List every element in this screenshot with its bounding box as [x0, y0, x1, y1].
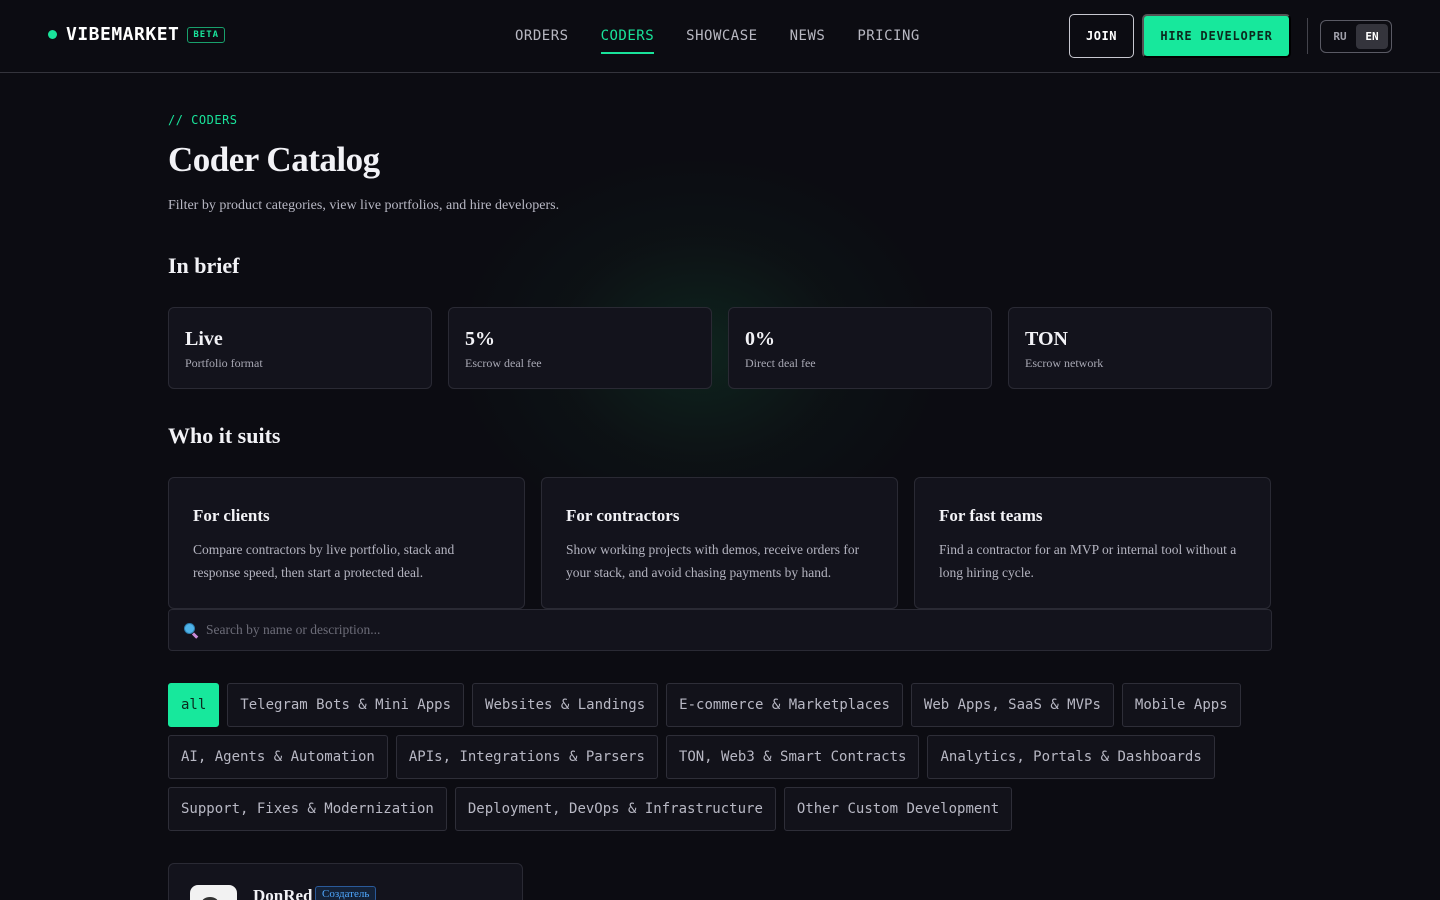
section-eyebrow: // CODERS: [168, 113, 238, 127]
stat-label: Portfolio format: [185, 356, 263, 370]
suits-cards: For clients Compare contractors by live …: [168, 477, 1271, 609]
stat-value: Live: [185, 328, 223, 350]
nav-item-showcase[interactable]: SHOWCASE: [686, 28, 757, 54]
hire-developer-button[interactable]: HIRE DEVELOPER: [1142, 14, 1291, 58]
category-chip[interactable]: E-commerce & Marketplaces: [666, 683, 903, 727]
join-button[interactable]: JOIN: [1069, 14, 1134, 58]
brief-stats: Live Portfolio format 5% Escrow deal fee…: [168, 307, 1272, 389]
suit-text: Compare contractors by live portfolio, s…: [193, 542, 455, 580]
main-nav: ORDERS CODERS SHOWCASE NEWS PRICING: [515, 28, 952, 54]
beta-badge: BETA: [187, 26, 226, 43]
search-icon: [183, 622, 199, 639]
stat-label: Escrow network: [1025, 356, 1104, 370]
suit-title: For fast teams: [939, 506, 1043, 525]
suit-title: For clients: [193, 506, 270, 525]
suit-card-clients: For clients Compare contractors by live …: [168, 477, 525, 609]
suit-title: For contractors: [566, 506, 680, 525]
suits-heading: Who it suits: [168, 423, 281, 448]
stat-label: Escrow deal fee: [465, 356, 542, 370]
category-filters: all Telegram Bots & Mini Apps Websites &…: [168, 683, 1278, 839]
suit-text: Show working projects with demos, receiv…: [566, 542, 860, 580]
search-bar: [168, 609, 1272, 651]
category-chip[interactable]: Support, Fixes & Modernization: [168, 787, 447, 831]
category-chip[interactable]: AI, Agents & Automation: [168, 735, 388, 779]
stat-card: 0% Direct deal fee: [728, 307, 992, 389]
coder-name: DonRed: [253, 886, 313, 900]
category-chip[interactable]: APIs, Integrations & Parsers: [395, 735, 658, 779]
logo[interactable]: VIBEMARKET BETA: [48, 24, 226, 45]
logo-text: VIBEMARKET: [66, 24, 180, 45]
lang-option-en[interactable]: EN: [1356, 24, 1388, 49]
stat-card: Live Portfolio format: [168, 307, 432, 389]
nav-item-pricing[interactable]: PRICING: [857, 28, 920, 54]
category-chip[interactable]: Telegram Bots & Mini Apps: [227, 683, 465, 727]
search-input[interactable]: [206, 622, 1206, 638]
category-chip[interactable]: Analytics, Portals & Dashboards: [927, 735, 1215, 779]
suit-card-fast-teams: For fast teams Find a contractor for an …: [914, 477, 1271, 609]
category-chip[interactable]: Mobile Apps: [1121, 683, 1241, 727]
category-chip[interactable]: Websites & Landings: [472, 683, 659, 727]
language-switcher: RU EN: [1320, 20, 1392, 53]
category-chip[interactable]: Deployment, DevOps & Infrastructure: [454, 787, 776, 831]
nav-item-orders[interactable]: ORDERS: [515, 28, 569, 54]
category-chip[interactable]: TON, Web3 & Smart Contracts: [665, 735, 920, 779]
top-header: VIBEMARKET BETA ORDERS CODERS SHOWCASE N…: [0, 0, 1440, 73]
coder-role-badge: Создатель: [315, 886, 377, 900]
nav-item-coders[interactable]: CODERS: [600, 28, 655, 54]
stat-card: TON Escrow network: [1008, 307, 1272, 389]
stat-card: 5% Escrow deal fee: [448, 307, 712, 389]
stat-value: 0%: [745, 328, 775, 350]
stat-value: 5%: [465, 328, 495, 350]
stat-label: Direct deal fee: [745, 356, 816, 370]
page-subtitle: Filter by product categories, view live …: [168, 198, 560, 213]
category-chip[interactable]: Web Apps, SaaS & MVPs: [910, 683, 1114, 727]
brief-heading: In brief: [168, 253, 240, 278]
nav-item-news[interactable]: NEWS: [790, 28, 826, 54]
lang-option-ru[interactable]: RU: [1324, 24, 1356, 49]
stat-value: TON: [1025, 328, 1068, 350]
header-divider: [1307, 18, 1308, 54]
coder-card[interactable]: DonRed Создатель: [168, 863, 523, 900]
suit-card-contractors: For contractors Show working projects wi…: [541, 477, 898, 609]
category-chip[interactable]: Other Custom Development: [783, 787, 1013, 831]
page-title: Coder Catalog: [168, 140, 380, 179]
category-chip-all[interactable]: all: [168, 683, 220, 727]
avatar: [190, 885, 237, 900]
suit-text: Find a contractor for an MVP or internal…: [939, 542, 1237, 580]
logo-dot-icon: [48, 30, 57, 39]
